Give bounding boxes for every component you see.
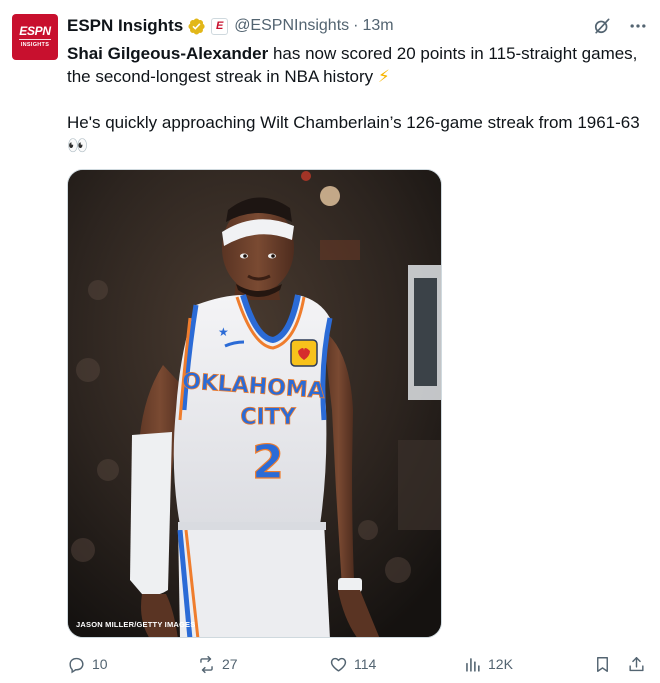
view-count: 12K xyxy=(488,656,513,672)
tweet[interactable]: ESPN INSIGHTS ESPN Insights E @ESPNInsig… xyxy=(0,0,660,683)
share-icon xyxy=(629,656,644,671)
tweet-media-photo[interactable]: ★ OKLAHOMA CITY 2 JASON MILLER/GETTY IMA… xyxy=(67,169,442,638)
tweet-paragraph-1: Shai Gilgeous-Alexander has now scored 2… xyxy=(67,42,652,88)
like-button[interactable]: 114 xyxy=(329,652,376,676)
bookmark-icon xyxy=(597,656,608,672)
tweet-paragraph-2: He's quickly approaching Wilt Chamberlai… xyxy=(67,111,652,157)
repost-icon xyxy=(200,655,213,673)
header-separator: · xyxy=(353,17,359,34)
avatar-divider xyxy=(19,39,51,40)
author-name[interactable]: ESPN Insights xyxy=(67,16,183,36)
player-name: Shai Gilgeous-Alexander xyxy=(67,44,269,63)
author-avatar[interactable]: ESPN INSIGHTS xyxy=(12,14,58,60)
tweet-header: ESPN Insights E @ESPNInsights · 13m xyxy=(67,14,394,38)
like-count: 114 xyxy=(354,656,377,672)
jersey-team-line2: CITY xyxy=(240,405,296,430)
views-chart-icon xyxy=(466,657,480,672)
repost-button[interactable]: 27 xyxy=(197,652,238,676)
lightning-emoji: ⚡ xyxy=(377,67,390,86)
tweet-text-line2: He's quickly approaching Wilt Chamberlai… xyxy=(67,113,640,132)
player-photo: ★ OKLAHOMA CITY 2 xyxy=(68,170,441,637)
jersey-number: 2 xyxy=(252,435,284,489)
tweet-text: Shai Gilgeous-Alexander has now scored 2… xyxy=(67,42,652,157)
more-icon[interactable] xyxy=(628,16,648,36)
reply-icon xyxy=(69,657,84,673)
tweet-timestamp[interactable]: 13m xyxy=(362,17,393,35)
svg-text:★: ★ xyxy=(218,325,229,339)
affiliate-badge[interactable]: E xyxy=(211,17,229,35)
author-handle[interactable]: @ESPNInsights xyxy=(234,17,349,35)
avatar-sub-text: INSIGHTS xyxy=(20,42,50,48)
eyes-emoji: 👀 xyxy=(67,136,89,155)
grok-icon[interactable] xyxy=(592,16,612,36)
tweet-action-bar: 10 27 114 12K xyxy=(67,652,652,676)
bookmark-button[interactable] xyxy=(593,652,612,676)
share-button[interactable] xyxy=(627,652,646,676)
affiliate-badge-text: E xyxy=(216,19,224,32)
photo-credit: JASON MILLER/GETTY IMAGES xyxy=(76,620,196,629)
gold-verified-badge-icon[interactable] xyxy=(187,17,206,36)
views-button[interactable]: 12K xyxy=(463,652,513,676)
tweet-top-actions xyxy=(592,16,648,36)
reply-button[interactable]: 10 xyxy=(67,652,108,676)
avatar-brand-text: ESPN xyxy=(19,24,51,38)
reply-count: 10 xyxy=(92,656,108,672)
heart-icon xyxy=(330,657,347,672)
repost-count: 27 xyxy=(222,656,238,672)
